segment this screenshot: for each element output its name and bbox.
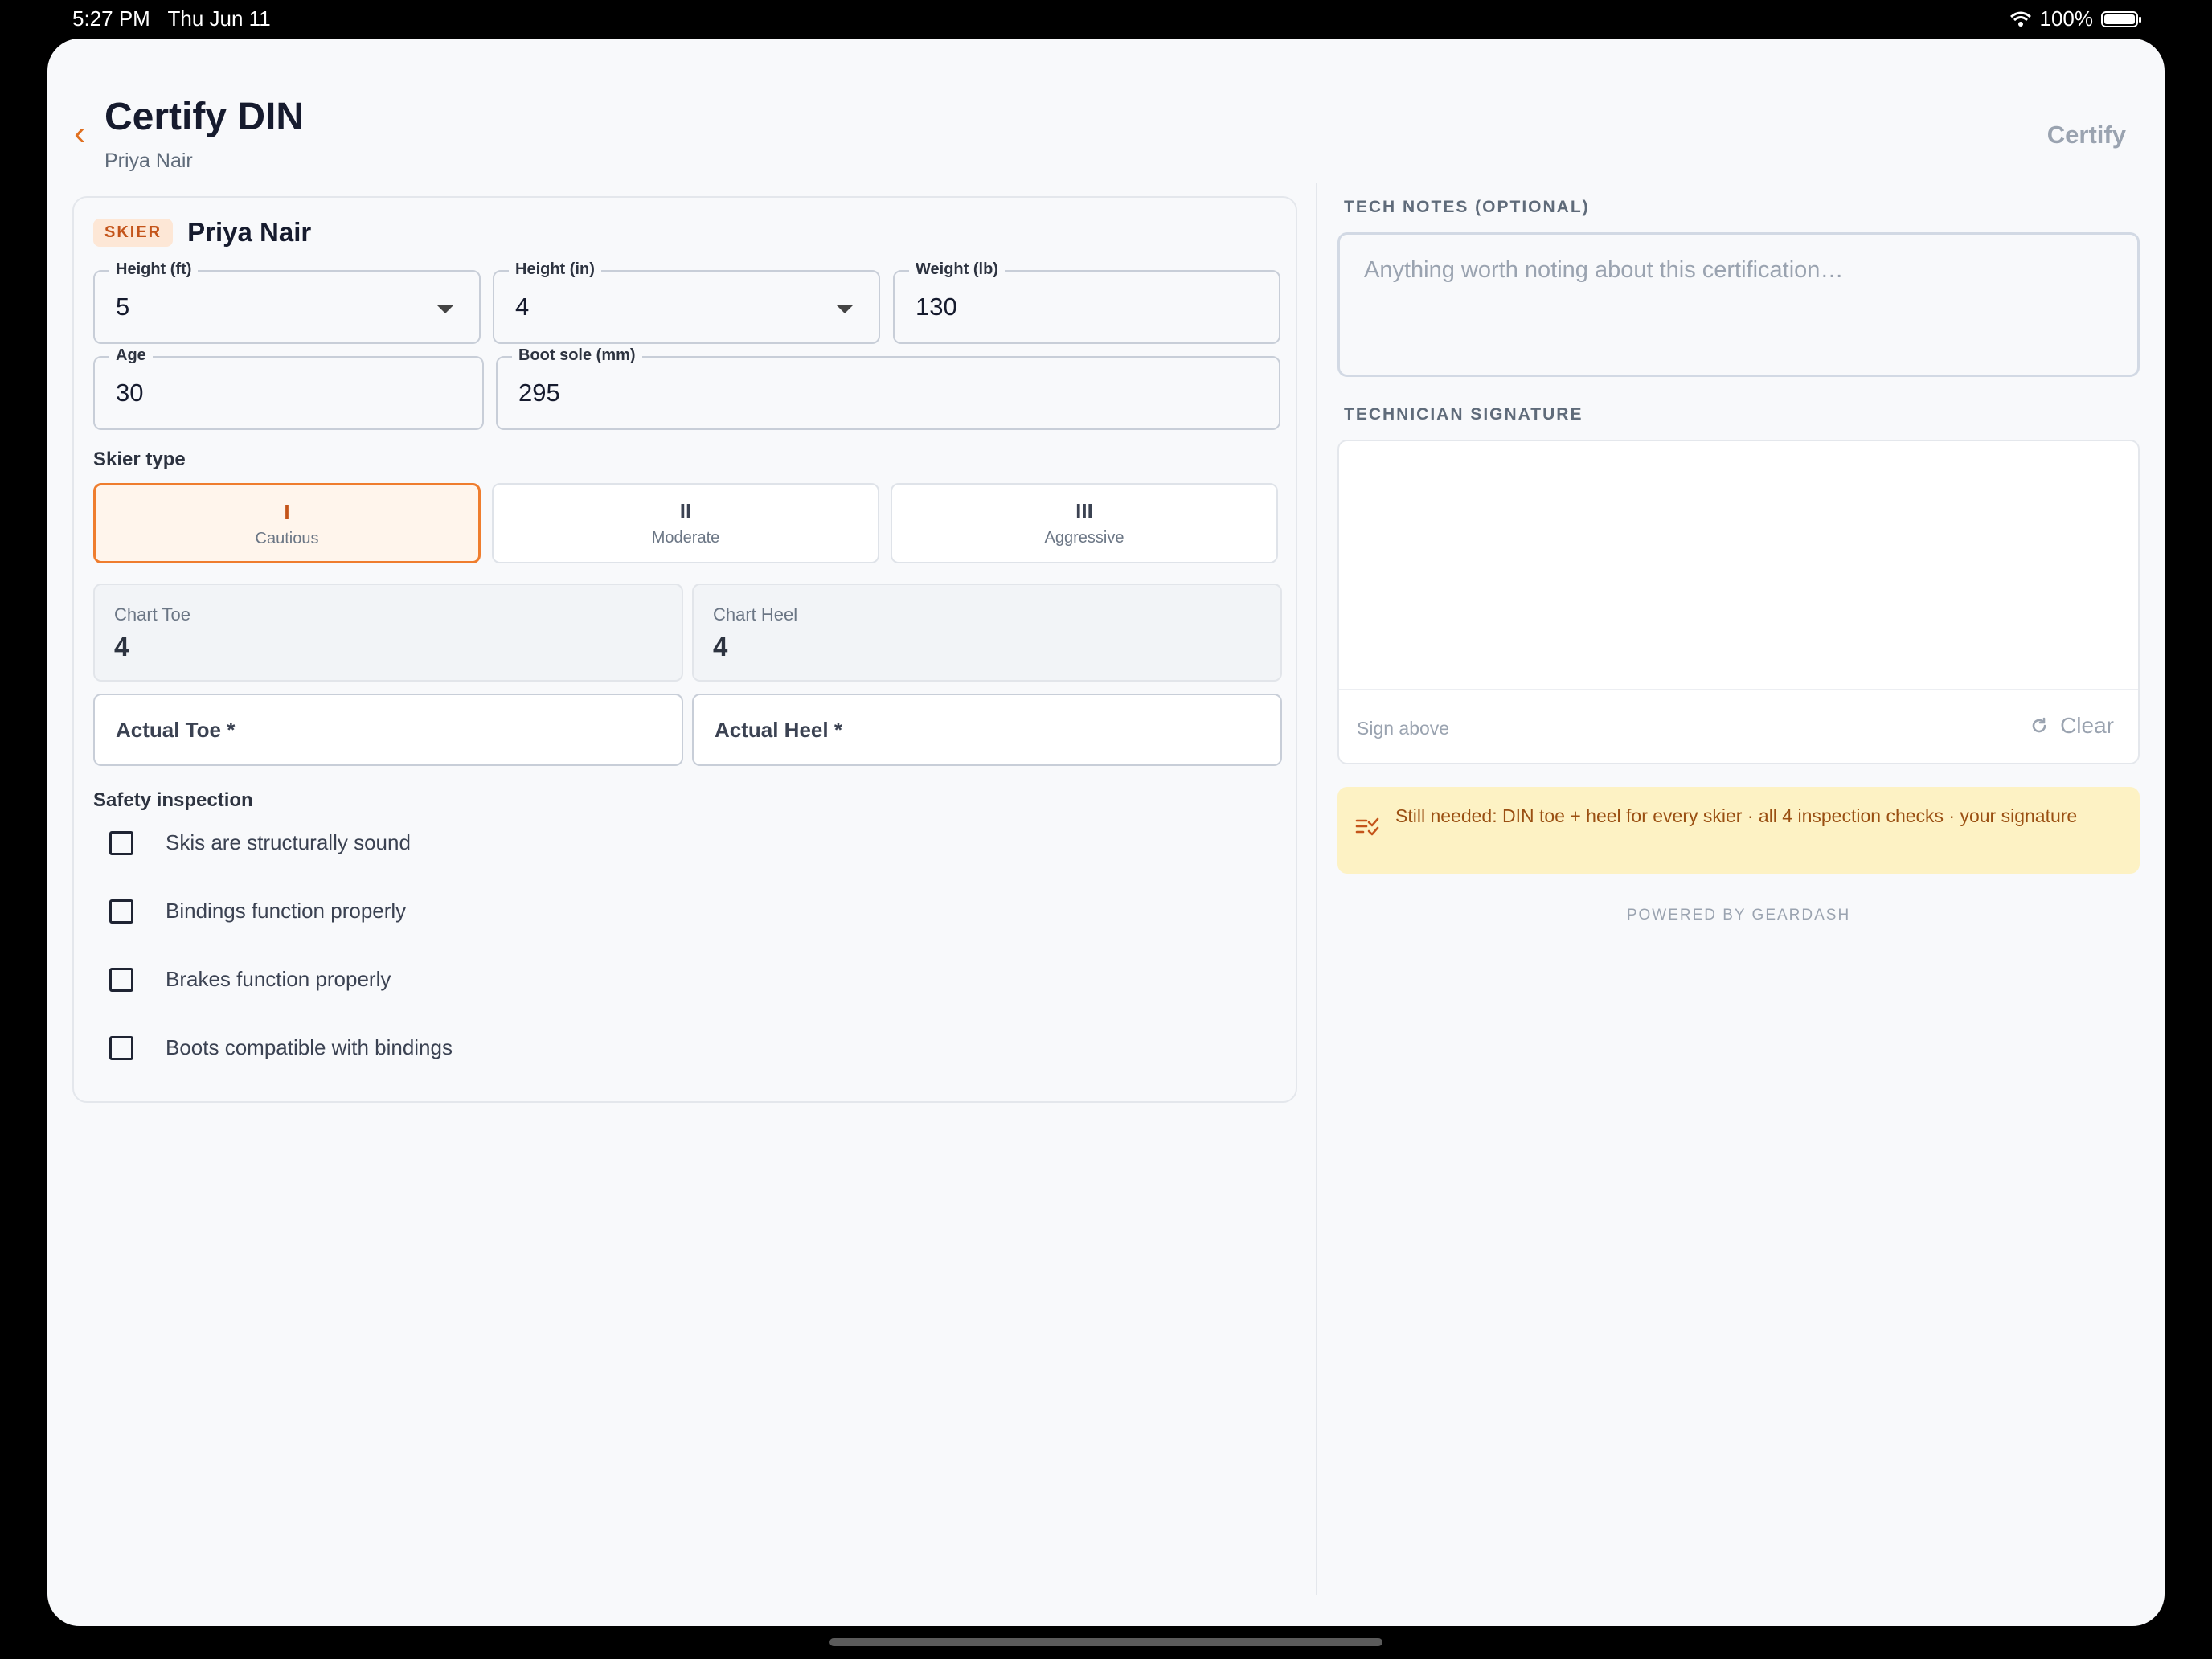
- checkbox[interactable]: [109, 830, 133, 855]
- skier-card: SKIER Priya Nair Height (ft) 5 Height (i…: [72, 196, 1297, 1103]
- sign-above-hint: Sign above: [1357, 718, 1450, 739]
- signature-pad[interactable]: Sign above Clear: [1337, 440, 2140, 764]
- clear-signature-button[interactable]: Clear: [2030, 713, 2114, 739]
- skier-badge: SKIER: [93, 218, 174, 247]
- refresh-icon: [2032, 717, 2046, 733]
- chart-heel: Chart Heel 4: [692, 584, 1282, 682]
- height-in-label: Height (in): [509, 260, 601, 279]
- checkbox[interactable]: [109, 967, 133, 992]
- safety-inspection-label: Safety inspection: [93, 789, 253, 811]
- requirements-alert: Still needed: DIN toe + heel for every s…: [1337, 787, 2140, 874]
- status-clock: 5:27 PM: [72, 6, 150, 31]
- height-in-value: 4: [515, 293, 530, 321]
- check-label: Bindings function properly: [166, 899, 407, 923]
- check-skis-sound[interactable]: Skis are structurally sound: [109, 830, 411, 855]
- dropdown-caret-icon: [437, 305, 453, 313]
- app-screen: ‹ Certify DIN Priya Nair Certify SKIER P…: [47, 39, 2165, 1626]
- powered-by: POWERED BY GEARDASH: [1626, 907, 1851, 924]
- status-date: Thu Jun 11: [167, 6, 271, 31]
- back-chevron-icon[interactable]: ‹: [74, 116, 86, 151]
- check-brakes[interactable]: Brakes function properly: [109, 967, 391, 992]
- check-bindings[interactable]: Bindings function properly: [109, 899, 406, 924]
- weight-value: 130: [916, 293, 957, 321]
- home-indicator[interactable]: [830, 1638, 1382, 1646]
- boot-sole-value: 295: [518, 379, 560, 407]
- checklist-icon: [1355, 817, 1379, 836]
- checkbox[interactable]: [109, 899, 133, 924]
- age-label: Age: [109, 346, 153, 365]
- skier-type-label-text: Moderate: [651, 529, 720, 547]
- skier-type-label: Skier type: [93, 449, 186, 470]
- skier-type-ii[interactable]: II Moderate: [492, 483, 879, 563]
- status-bar: 5:27 PM Thu Jun 11 100%: [0, 0, 2212, 39]
- boot-sole-label: Boot sole (mm): [512, 346, 642, 365]
- wifi-icon: [2009, 11, 2031, 27]
- weight-field[interactable]: Weight (lb) 130: [893, 260, 1280, 344]
- check-label: Skis are structurally sound: [166, 830, 411, 854]
- age-value: 30: [116, 379, 144, 407]
- alert-text: Still needed: DIN toe + heel for every s…: [1395, 805, 2078, 826]
- boot-sole-field[interactable]: Boot sole (mm) 295: [496, 346, 1280, 430]
- signature-label: TECHNICIAN SIGNATURE: [1344, 405, 1583, 424]
- chart-heel-label: Chart Heel: [713, 604, 798, 625]
- clear-label: Clear: [2060, 713, 2114, 738]
- status-time: 5:27 PM Thu Jun 11: [72, 6, 271, 31]
- skier-header: SKIER Priya Nair: [93, 217, 311, 248]
- chart-heel-value: 4: [713, 632, 728, 662]
- page-title: Certify DIN: [104, 96, 305, 138]
- check-boots-compatible[interactable]: Boots compatible with bindings: [109, 1035, 453, 1060]
- chart-toe-label: Chart Toe: [114, 604, 190, 625]
- age-field[interactable]: Age 30: [93, 346, 484, 430]
- tech-notes-input[interactable]: Anything worth noting about this certifi…: [1337, 232, 2140, 377]
- dropdown-caret-icon: [837, 305, 853, 313]
- signature-divider: [1339, 689, 2138, 690]
- checkbox[interactable]: [109, 1035, 133, 1060]
- skier-type-iii[interactable]: III Aggressive: [891, 483, 1278, 563]
- skier-type-num: I: [284, 500, 290, 524]
- check-label: Brakes function properly: [166, 967, 391, 991]
- height-ft-select[interactable]: Height (ft) 5: [93, 260, 481, 344]
- chart-toe-value: 4: [114, 632, 129, 662]
- status-right: 100%: [2009, 6, 2141, 31]
- tech-notes-label: TECH NOTES (OPTIONAL): [1344, 198, 1590, 216]
- certify-button[interactable]: Certify: [2047, 121, 2126, 150]
- actual-toe-placeholder: Actual Toe *: [116, 718, 236, 742]
- actual-toe-input[interactable]: Actual Toe *: [93, 694, 683, 766]
- skier-type-label-text: Cautious: [255, 530, 319, 547]
- skier-type-i[interactable]: I Cautious: [93, 483, 481, 563]
- battery-icon: [2101, 10, 2141, 27]
- skier-type-label-text: Aggressive: [1044, 529, 1124, 547]
- chart-toe: Chart Toe 4: [93, 584, 683, 682]
- height-ft-value: 5: [116, 293, 130, 321]
- skier-name: Priya Nair: [187, 217, 312, 247]
- skier-type-num: III: [1075, 499, 1093, 523]
- page-subtitle: Priya Nair: [104, 150, 193, 172]
- tech-notes-placeholder: Anything worth noting about this certifi…: [1364, 257, 1844, 283]
- pane-divider: [1316, 183, 1317, 1595]
- weight-label: Weight (lb): [909, 260, 1005, 279]
- skier-type-num: II: [679, 499, 692, 523]
- height-in-select[interactable]: Height (in) 4: [493, 260, 880, 344]
- check-label: Boots compatible with bindings: [166, 1035, 453, 1059]
- actual-heel-input[interactable]: Actual Heel *: [692, 694, 1282, 766]
- battery-percent: 100%: [2039, 6, 2094, 31]
- height-ft-label: Height (ft): [109, 260, 199, 279]
- actual-heel-placeholder: Actual Heel *: [715, 718, 842, 742]
